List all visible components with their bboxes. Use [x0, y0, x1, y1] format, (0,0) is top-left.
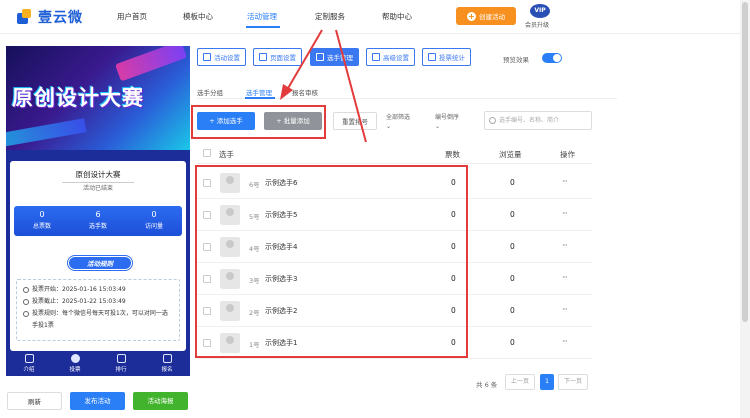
- more-actions-icon[interactable]: ···: [562, 241, 568, 250]
- tab-vote[interactable]: 投票: [52, 351, 98, 376]
- more-actions-icon[interactable]: ···: [562, 209, 568, 218]
- column-actions: 操作: [560, 150, 575, 159]
- plus-icon: +: [467, 11, 476, 21]
- create-activity-button[interactable]: + 创建活动: [456, 7, 516, 25]
- search-input[interactable]: 选手编号、名称、简介: [484, 111, 592, 130]
- mobile-preview: 原创设计大赛 原创设计大赛 活动已结束 0 总票数 6 选手数 0 访问量 活动规则 …: [6, 46, 190, 376]
- activity-status: 活动已结束: [62, 182, 134, 192]
- hero-banner: 原创设计大赛: [6, 46, 190, 150]
- activity-poster-button[interactable]: 活动海报: [133, 392, 188, 410]
- rule-row: 投票规则：每个微信号每天可投1次，可以对同一选手投1票: [23, 308, 173, 332]
- banner-decoration: [6, 118, 87, 148]
- stat-value: 0: [151, 210, 157, 219]
- activity-card: 原创设计大赛 活动已结束 0 总票数 6 选手数 0 访问量 活动规则 投票开始：20…: [10, 161, 186, 351]
- clock-icon: [23, 287, 29, 293]
- subtab-contestant-groups[interactable]: 选手分组: [197, 87, 223, 97]
- view-count: 0: [510, 178, 515, 187]
- view-count: 0: [510, 242, 515, 251]
- vip-badge-icon[interactable]: VIP: [530, 4, 550, 18]
- hero-title: 原创设计大赛: [12, 85, 144, 110]
- logo-mark-icon: [14, 7, 34, 27]
- info-icon: [23, 311, 29, 317]
- gear-icon: [203, 53, 211, 61]
- column-views: 浏览量: [499, 150, 522, 159]
- document-icon: [24, 354, 34, 363]
- nav-templates[interactable]: 模板中心: [183, 11, 213, 22]
- publish-activity-button[interactable]: 发布活动: [70, 392, 125, 410]
- tab-signup[interactable]: 报名: [144, 351, 190, 376]
- select-all-checkbox[interactable]: [203, 149, 211, 157]
- preview-effect-label: 预览效果: [503, 56, 529, 64]
- bar-chart-icon: [428, 53, 436, 61]
- scrollbar-thumb[interactable]: [742, 2, 748, 322]
- page-icon: [259, 53, 267, 61]
- next-page-button[interactable]: 下一页: [558, 374, 588, 390]
- more-actions-icon[interactable]: ···: [562, 337, 568, 346]
- ranking-icon: [116, 354, 126, 363]
- nav-help-center[interactable]: 帮助中心: [382, 11, 412, 22]
- nav-custom-service[interactable]: 定制服务: [315, 11, 345, 22]
- preview-tabbar: 介绍 投票 排行 报名: [6, 351, 190, 376]
- more-actions-icon[interactable]: ···: [562, 177, 568, 186]
- tab-label: 介绍: [23, 367, 35, 373]
- brand-logo[interactable]: 壹云微: [14, 7, 83, 27]
- stat-label: 选手数: [88, 223, 107, 230]
- clock-icon: [23, 299, 29, 305]
- more-actions-icon[interactable]: ···: [562, 273, 568, 282]
- rule-text: 投票规则：每个微信号每天可投1次，可以对同一选手投1票: [32, 310, 168, 329]
- view-count: 0: [510, 306, 515, 315]
- toolbar-label: 活动设置: [214, 54, 240, 62]
- toolbar-label: 投票统计: [439, 54, 465, 62]
- prev-page-button[interactable]: 上一页: [505, 374, 535, 390]
- banner-decoration: [115, 46, 187, 82]
- rule-text: 投票开始：2025-01-16 15:03:49: [32, 286, 126, 293]
- table-header: [196, 142, 592, 164]
- preview-toggle[interactable]: [542, 53, 562, 63]
- stat-value: 6: [95, 210, 101, 219]
- tab-label: 排行: [115, 367, 127, 373]
- highlight-box: [195, 165, 468, 358]
- view-count: 0: [510, 210, 515, 219]
- rule-row: 投票截止：2025-01-22 15:03:49: [23, 296, 173, 308]
- chevron-down-icon: ⌄: [435, 123, 441, 130]
- view-count: 0: [510, 338, 515, 347]
- activity-title: 原创设计大赛: [75, 170, 121, 179]
- stat-label: 访问量: [144, 223, 163, 230]
- vote-statistics-button[interactable]: 投票统计: [422, 48, 471, 66]
- stats-panel: 0 总票数 6 选手数 0 访问量: [14, 206, 182, 236]
- tab-ranking[interactable]: 排行: [98, 351, 144, 376]
- column-contestant: 选手: [219, 150, 234, 159]
- view-count: 0: [510, 274, 515, 283]
- stat-value: 0: [39, 210, 45, 219]
- tab-intro[interactable]: 介绍: [6, 351, 52, 376]
- brand-name: 壹云微: [38, 10, 83, 26]
- subtab-contestant-management[interactable]: 选手管理: [246, 87, 272, 97]
- stat-visits: 0 访问量: [126, 206, 182, 236]
- rules-button[interactable]: 活动规则: [68, 256, 132, 270]
- stat-total-votes: 0 总票数: [14, 206, 70, 236]
- more-actions-icon[interactable]: ···: [562, 305, 568, 314]
- nav-home[interactable]: 用户首页: [117, 11, 147, 22]
- page-1-button[interactable]: 1: [540, 374, 554, 390]
- tab-label: 投票: [69, 367, 81, 373]
- vote-icon: [70, 354, 80, 363]
- rule-text: 投票截止：2025-01-22 15:03:49: [32, 298, 126, 305]
- nav-activity-management[interactable]: 活动管理: [247, 11, 277, 22]
- create-activity-label: 创建活动: [479, 13, 505, 21]
- rules-box: 投票开始：2025-01-16 15:03:49 投票截止：2025-01-22…: [16, 279, 180, 341]
- user-icon: [162, 354, 172, 363]
- vip-upgrade-label[interactable]: 会员升级: [525, 20, 549, 29]
- pagination-total: 共 6 条: [476, 381, 498, 389]
- column-votes: 票数: [445, 150, 460, 159]
- tab-label: 报名: [161, 367, 173, 373]
- activity-settings-button[interactable]: 活动设置: [197, 48, 246, 66]
- stat-label: 总票数: [32, 223, 51, 230]
- sort-select[interactable]: 编号倒序 ⌄: [435, 113, 459, 131]
- sort-label: 编号倒序: [435, 114, 460, 121]
- stat-contestants: 6 选手数: [70, 206, 126, 236]
- refresh-button[interactable]: 刷新: [7, 392, 62, 410]
- rule-row: 投票开始：2025-01-16 15:03:49: [23, 284, 173, 296]
